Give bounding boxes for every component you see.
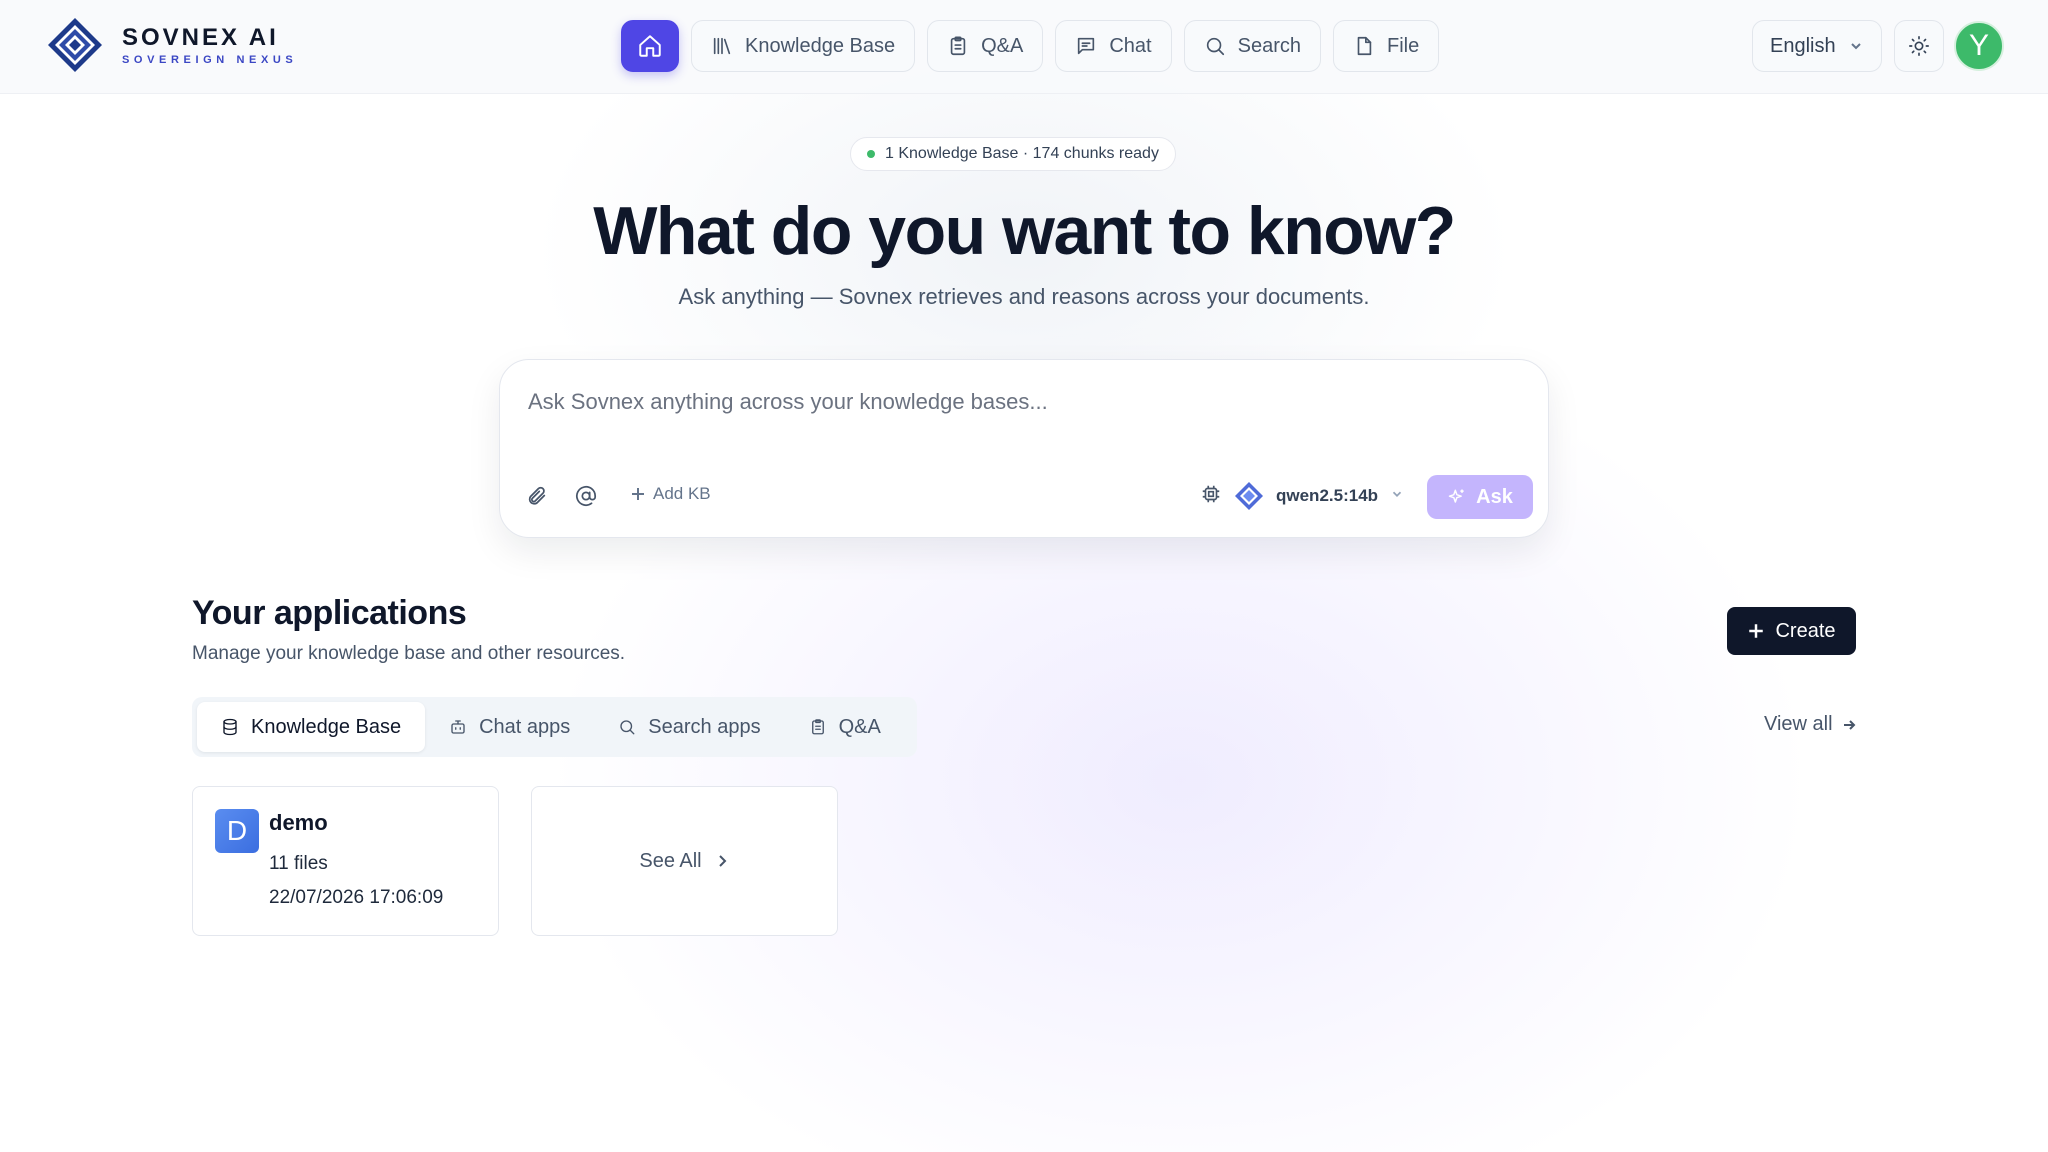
chevron-down-icon [1392,491,1402,497]
database-icon [223,718,237,736]
nav-qa[interactable]: Q&A [927,20,1044,72]
user-avatar[interactable]: Y [1954,21,2004,71]
sovnex-logo-icon [48,18,102,72]
nav-file[interactable]: File [1332,20,1440,72]
nav-home-button[interactable] [621,20,679,72]
plus-icon [632,488,644,500]
kb-status-badge: 1 Knowledge Base · 174 chunks ready [850,137,1176,171]
kb-avatar: D [215,809,259,853]
hero-subtitle: Ask anything — Sovnex retrieves and reas… [678,284,1370,309]
see-all-card[interactable]: See All [531,786,838,936]
model-select[interactable]: qwen2.5:14b [1200,481,1404,511]
attach-button[interactable] [526,485,552,511]
nav-chat-label: Chat [1109,34,1152,57]
paperclip-icon [528,486,546,505]
plus-icon [1749,624,1764,638]
tab-knowledge-base-label: Knowledge Base [251,715,402,738]
add-kb-label: Add KB [653,484,711,503]
main-nav: Knowledge Base Q&A Chat Search File [621,20,1440,72]
ask-button[interactable]: Ask [1427,475,1533,519]
sparkles-icon [1448,489,1464,503]
language-select[interactable]: English [1752,20,1882,72]
apps-section-subtitle: Manage your knowledge base and other res… [192,643,626,664]
arrow-right-icon [1843,719,1855,730]
brand[interactable]: SOVNEX AI SOVEREIGN NEXUS [46,16,297,74]
ask-button-label: Ask [1476,485,1513,508]
status-dot-icon [867,150,875,158]
tab-chat-apps-label: Chat apps [479,715,571,738]
language-value: English [1770,34,1836,57]
ask-box: Add KB qwen2.5:14b Ask [499,359,1549,538]
nav-qa-label: Q&A [981,34,1024,57]
tab-chat-apps[interactable]: Chat apps [425,702,594,752]
brand-tagline: SOVEREIGN NEXUS [122,54,298,66]
theme-toggle-button[interactable] [1894,20,1944,72]
search-icon [620,720,635,735]
chevron-down-icon [1851,43,1861,50]
tab-search-apps[interactable]: Search apps [594,702,784,752]
message-icon [1078,37,1095,55]
kb-status-text: 1 Knowledge Base · 174 chunks ready [885,145,1159,162]
tab-knowledge-base[interactable]: Knowledge Base [197,702,426,752]
clipboard-icon [811,719,824,735]
view-all-label: View all [1764,713,1833,735]
see-all-label: See All [639,849,702,872]
kb-name: demo [269,810,328,835]
chevron-right-icon [718,855,727,867]
bot-icon [451,720,465,734]
nav-file-label: File [1386,34,1420,57]
knowledge-base-card[interactable]: D demo 11 files 22/07/2026 17:06:09 [192,786,499,936]
view-all-link[interactable]: View all [1764,713,1857,736]
model-logo-icon [1235,482,1263,510]
home-icon [639,35,661,57]
nav-chat[interactable]: Chat [1055,20,1172,72]
clipboard-icon [950,36,966,56]
nav-knowledge-base-label: Knowledge Base [745,34,896,57]
nav-search-label: Search [1237,34,1301,57]
hero-title: What do you want to know? [593,193,1456,269]
kb-file-count: 11 files [269,853,328,874]
nav-search[interactable]: Search [1183,20,1321,72]
create-button-label: Create [1775,619,1836,642]
tab-qa-label: Q&A [838,715,881,738]
ask-input[interactable] [528,382,1518,422]
tab-search-apps-label: Search apps [648,715,761,738]
tab-qa[interactable]: Q&A [785,702,905,752]
top-header: SOVNEX AI SOVEREIGN NEXUS Knowledge Base… [0,0,2048,94]
create-button[interactable]: Create [1727,607,1856,655]
library-icon [713,37,731,55]
apps-tabs: Knowledge Base Chat apps Search apps Q&A [192,697,917,757]
search-icon [1206,37,1224,56]
mention-button[interactable] [575,485,601,511]
model-value: qwen2.5:14b [1276,486,1379,505]
file-icon [1357,36,1372,56]
nav-knowledge-base[interactable]: Knowledge Base [691,20,916,72]
at-sign-icon [575,485,597,506]
brand-name: SOVNEX AI [122,24,279,51]
apps-section-title: Your applications [192,594,467,632]
cpu-icon [1202,485,1220,502]
add-kb-button[interactable]: Add KB [630,484,711,504]
kb-updated-date: 22/07/2026 17:06:09 [269,887,444,908]
sun-icon [1909,36,1929,56]
